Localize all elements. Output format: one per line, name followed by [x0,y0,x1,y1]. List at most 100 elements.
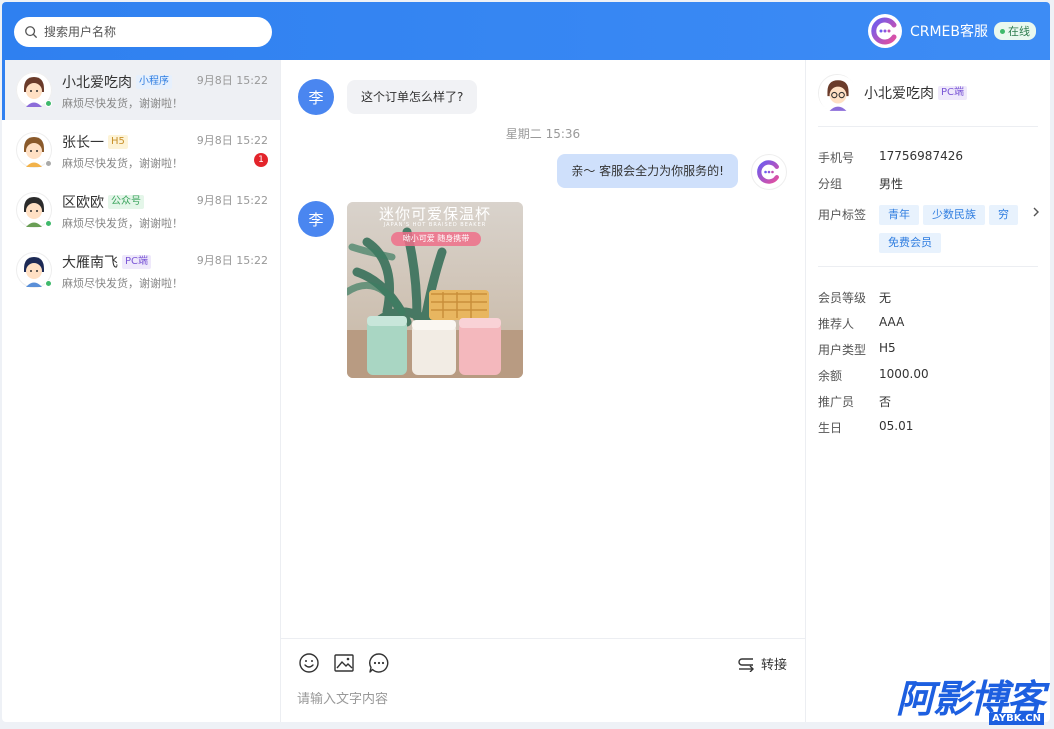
agent-avatar [751,154,787,190]
type-value: H5 [879,341,896,355]
conversation-item[interactable]: 大雁南飞 PC端麻烦尽快发货，谢谢啦！ 9月8日 15:22 [2,240,280,300]
message-image[interactable]: 迷你可爱保温杯 JAPAN'S HOT BRAISED BEAKER 呦小可爱 … [347,202,523,378]
image-caption-title: 迷你可爱保温杯 [378,205,491,223]
client-type-tag: 公众号 [108,195,144,209]
message-bubble-incoming: 这个订单怎么样了? [347,80,478,114]
product-photo [347,202,523,378]
image-caption-tagline: 呦小可爱 随身携带 [402,234,470,243]
online-dot [1000,28,1005,34]
customer-avatar: 李 [298,79,334,115]
promoter-value: 否 [879,395,892,409]
user-avatar-icon [819,75,857,113]
image-caption-subtitle: JAPAN'S HOT BRAISED BEAKER [383,222,487,228]
agent-logo [867,14,902,48]
referrer-value: AAA [879,315,905,329]
conversation-item[interactable]: 张长一 H5 麻烦尽快发货，谢谢啦！ 9月8日 15:22 1 [2,120,280,180]
level-label: 会员等级 [818,291,867,305]
divider [818,126,1038,127]
conversation-preview: 麻烦尽快发货，谢谢啦！ [62,277,183,290]
top-header: CRMEB客服 在线 [2,2,1050,60]
agent-info: CRMEB客服 在线 [867,14,1036,48]
message-bubble-outgoing: 亲～ 客服会全力为你服务的! [557,154,738,188]
conversation-preview: 麻烦尽快发货，谢谢啦！ [62,97,183,110]
referrer-label: 推荐人 [818,317,855,331]
conversation-time: 9月8日 15:22 [196,134,268,147]
customer-service-app: CRMEB客服 在线 小北爱吃肉小程序麻烦尽快发货，谢谢啦！9月8日 15:22… [2,2,1050,722]
info-tags: 用户标签 [818,206,879,223]
phone-label: 手机号 [818,151,855,165]
group-value: 男性 [879,177,904,191]
type-label: 用户类型 [818,343,867,357]
crmeb-logo-icon [757,160,779,184]
user-tag: 少数民族 [923,205,985,225]
level-value: 无 [879,291,892,305]
chat-panel: 李 这个订单怎么样了? 星期二 15:36 亲～ 客服会全力为你服务的! 李 迷… [281,60,806,722]
status-label: 在线 [1008,25,1030,38]
quick-reply-icon[interactable] [368,652,390,674]
phone-value: 17756987426 [879,149,963,163]
conversation-item[interactable]: 小北爱吃肉 小程序 麻烦尽快发货，谢谢啦！ 9月8日 15:22 [2,60,280,120]
conversation-preview: 麻烦尽快发货，谢谢啦！ [62,157,183,170]
group-label: 分组 [818,177,843,191]
info-level: 会员等级无 [818,289,891,306]
conversation-time: 9月8日 15:22 [196,194,268,207]
user-header: 小北爱吃肉 PC端 [818,74,968,113]
search-box[interactable] [14,17,272,47]
info-referrer: 推荐人 AAA [818,315,904,332]
message-timestamp: 星期二 15:36 [505,127,581,141]
avatar [818,74,857,113]
conversation-name: 大雁南飞 [62,255,118,271]
conversation-item[interactable]: 区欧欧 公众号麻烦尽快发货，谢谢啦！ 9月8日 15:22 [2,180,280,240]
user-tag: 青年 [879,205,919,225]
conversation-name: 小北爱吃肉 [62,75,132,91]
presence-dot [45,100,52,107]
watermark: 阿影博客 AYBK.CN [858,677,1048,725]
client-type-tag: H5 [108,135,128,149]
tags-label: 用户标签 [818,208,867,222]
info-birthday: 生日 05.01 [818,419,913,436]
avatar [16,192,52,228]
promoter-label: 推广员 [818,395,855,409]
balance-value: 1000.00 [879,367,929,381]
transfer-icon [738,657,754,672]
avatar [16,72,52,108]
info-type: 用户类型 H5 [818,341,896,358]
conversation-time: 9月8日 15:22 [196,74,268,87]
conversation-name: 张长一 [62,135,104,151]
info-phone: 手机号 17756987426 [818,149,963,166]
avatar [16,132,52,168]
emoji-icon[interactable] [298,652,320,674]
info-group: 分组 男性 [818,175,903,192]
presence-dot [45,160,52,167]
agent-name: CRMEB客服 [909,24,988,40]
image-icon[interactable] [333,652,355,674]
birthday-value: 05.01 [879,419,914,433]
watermark-subtext: AYBK.CN [989,713,1044,725]
client-type-tag: PC端 [122,255,152,269]
search-icon [25,26,37,38]
avatar [16,252,52,288]
transfer-label: 转接 [760,658,787,673]
chevron-right-icon[interactable] [1030,206,1042,218]
info-balance: 余额 1000.00 [818,367,929,384]
conversation-name: 区欧欧 [62,195,104,211]
search-input[interactable] [44,25,254,39]
user-tag: 穷 [989,205,1018,225]
conversation-preview: 麻烦尽快发货，谢谢啦！ [62,217,183,230]
toolbar-divider [281,638,806,639]
customer-avatar: 李 [298,201,334,237]
crmeb-logo-icon [871,17,897,45]
user-tag: 免费会员 [879,233,941,253]
transfer-button[interactable]: 转接 [737,654,787,673]
message-input[interactable] [297,692,787,707]
divider [818,266,1038,267]
user-info-panel: 小北爱吃肉 PC端 手机号 17756987426 分组 男性 用户标签 青年 少数民… [806,60,1050,722]
info-promoter: 推广员 否 [818,393,891,410]
conversation-time: 9月8日 15:22 [196,254,268,267]
conversation-list: 小北爱吃肉 小程序 麻烦尽快发货，谢谢啦！ 9月8日 15:22 张长一 H5 麻烦尽快发货… [2,60,281,722]
user-name: 小北爱吃肉 [864,86,934,102]
status-badge[interactable]: 在线 [994,22,1036,40]
client-type-tag: PC端 [938,86,968,100]
user-tags: 青年 少数民族 穷免费会员 [879,203,1029,259]
unread-badge: 1 [254,153,268,167]
